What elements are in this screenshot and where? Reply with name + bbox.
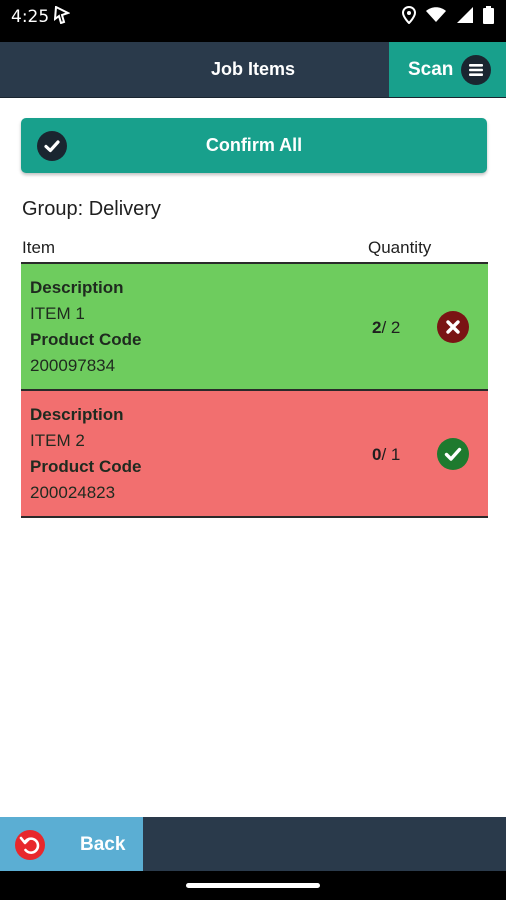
column-header-item: Item — [22, 238, 56, 257]
status-bar: 4:25 — [0, 0, 506, 42]
quantity: 2/ 2 — [372, 318, 400, 338]
home-indicator[interactable] — [186, 883, 320, 888]
system-nav-bar — [0, 871, 506, 900]
remove-icon[interactable] — [437, 311, 469, 343]
product-code: 200097834 — [30, 356, 116, 375]
item-description: ITEM 2 — [30, 431, 85, 450]
confirm-all-label: Confirm All — [205, 135, 303, 155]
scan-label: Scan — [408, 59, 454, 80]
back-button[interactable]: Back — [0, 817, 143, 871]
confirm-all-button[interactable]: Confirm All — [21, 118, 487, 173]
bottom-bar: Back — [0, 817, 506, 871]
item-description: ITEM 1 — [30, 304, 85, 323]
status-time: 4:25 — [11, 7, 50, 27]
back-label: Back — [80, 834, 126, 855]
undo-icon — [15, 830, 45, 860]
status-icons — [396, 6, 494, 24]
column-header-quantity: Quantity — [368, 238, 432, 257]
wifi-icon — [426, 7, 447, 22]
quantity-total: / 1 — [381, 445, 401, 464]
location-icon — [401, 6, 416, 24]
group-label: Group: Delivery — [22, 198, 161, 220]
scan-button[interactable]: Scan — [389, 42, 506, 97]
battery-icon — [483, 6, 494, 24]
quantity-total: / 2 — [381, 318, 401, 337]
navigation-arrow-icon — [53, 5, 71, 29]
app-header: Job Items Scan — [0, 42, 506, 98]
main-content: Confirm All Group: Delivery Item Quantit… — [0, 98, 506, 817]
description-label: Description — [30, 278, 124, 297]
quantity: 0/ 1 — [372, 445, 400, 465]
description-label: Description — [30, 405, 124, 424]
table-row[interactable]: Description ITEM 2 Product Code 20002482… — [21, 391, 488, 518]
menu-icon[interactable] — [461, 55, 491, 85]
cellular-signal-icon — [456, 7, 473, 23]
product-code-label: Product Code — [30, 330, 142, 349]
product-code: 200024823 — [30, 483, 116, 502]
check-icon[interactable] — [437, 438, 469, 470]
product-code-label: Product Code — [30, 457, 142, 476]
table-row[interactable]: Description ITEM 1 Product Code 20009783… — [21, 264, 488, 391]
